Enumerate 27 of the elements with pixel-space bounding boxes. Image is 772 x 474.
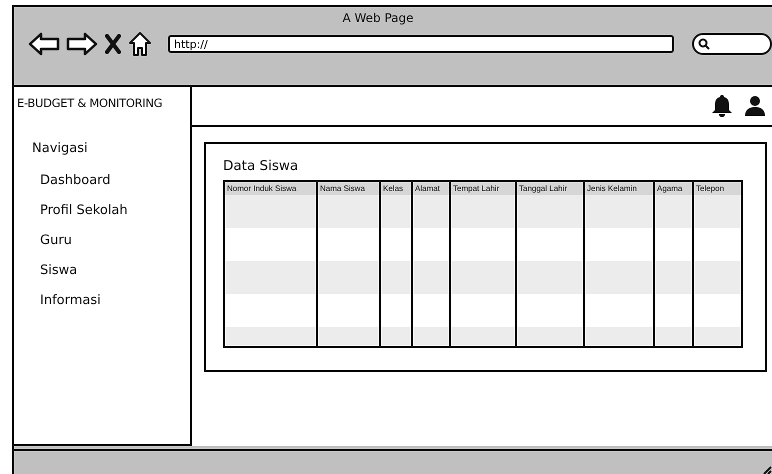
nav-item[interactable]: Guru	[40, 233, 190, 248]
section-heading: Navigasi	[32, 141, 89, 156]
column-header: Telepon	[693, 181, 742, 195]
nav-item[interactable]: Siswa	[40, 263, 190, 278]
back-arrow-icon[interactable]	[28, 32, 60, 56]
search-icon	[698, 38, 710, 50]
address-field[interactable]: http://	[168, 35, 674, 53]
panel-title: Data Siswa	[223, 158, 300, 174]
search-field[interactable]	[692, 33, 772, 55]
user-icon[interactable]	[744, 95, 766, 117]
bell-icon[interactable]	[710, 94, 734, 118]
column-header: Tanggal Lahir	[516, 181, 584, 195]
close-icon[interactable]	[104, 34, 122, 54]
app-title: E-BUDGET & MONITORING	[17, 96, 164, 110]
column-header: Alamat	[412, 181, 450, 195]
window-title: A Web Page	[342, 11, 414, 25]
column-header: Agama	[654, 181, 693, 195]
forward-arrow-icon[interactable]	[66, 32, 98, 56]
column-header: Tempat Lahir	[450, 181, 516, 195]
nav-item[interactable]: Profil Sekolah	[40, 203, 190, 218]
column-header: Kelas	[380, 181, 412, 195]
column-header: Nomor Induk Siswa	[224, 181, 317, 195]
column-header: Nama Siswa	[317, 181, 380, 195]
nav-item[interactable]: Informasi	[40, 293, 190, 308]
home-icon[interactable]	[128, 31, 152, 57]
nav-item[interactable]: Dashboard	[40, 173, 190, 188]
column-header: Jenis Kelamin	[584, 181, 654, 195]
